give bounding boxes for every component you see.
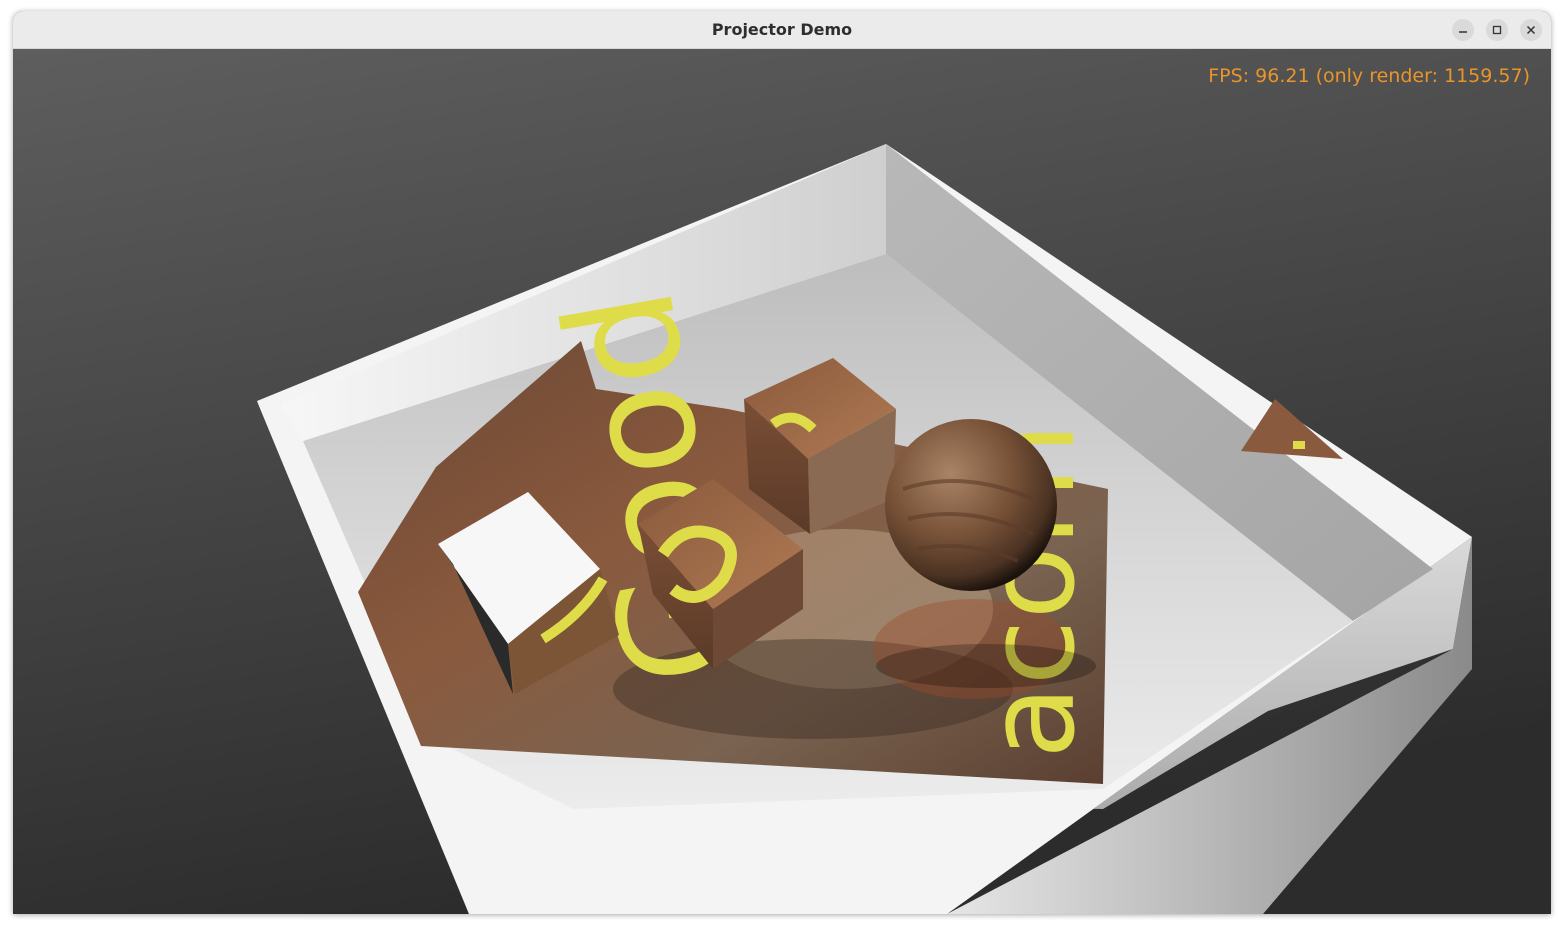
fps-counter: FPS: 96.21 (only render: 1159.57) — [1208, 65, 1530, 87]
close-button[interactable] — [1520, 19, 1542, 41]
3d-scene: Good acorn — [13, 49, 1551, 914]
maximize-icon — [1492, 25, 1502, 35]
render-viewport[interactable]: Good acorn FPS: 96.21 (only render: 1159… — [13, 49, 1551, 914]
close-icon — [1526, 25, 1536, 35]
minimize-icon — [1459, 31, 1467, 33]
sphere-shadow — [876, 644, 1096, 688]
minimize-button[interactable] — [1452, 19, 1474, 41]
window-title: Projector Demo — [711, 20, 853, 39]
projected-patch-text — [1293, 441, 1305, 449]
maximize-button[interactable] — [1486, 19, 1508, 41]
app-window: Projector Demo Good acorn FPS: 96.21 (on… — [13, 11, 1551, 914]
wooden-sphere — [885, 419, 1057, 591]
title-bar[interactable]: Projector Demo — [13, 11, 1551, 49]
